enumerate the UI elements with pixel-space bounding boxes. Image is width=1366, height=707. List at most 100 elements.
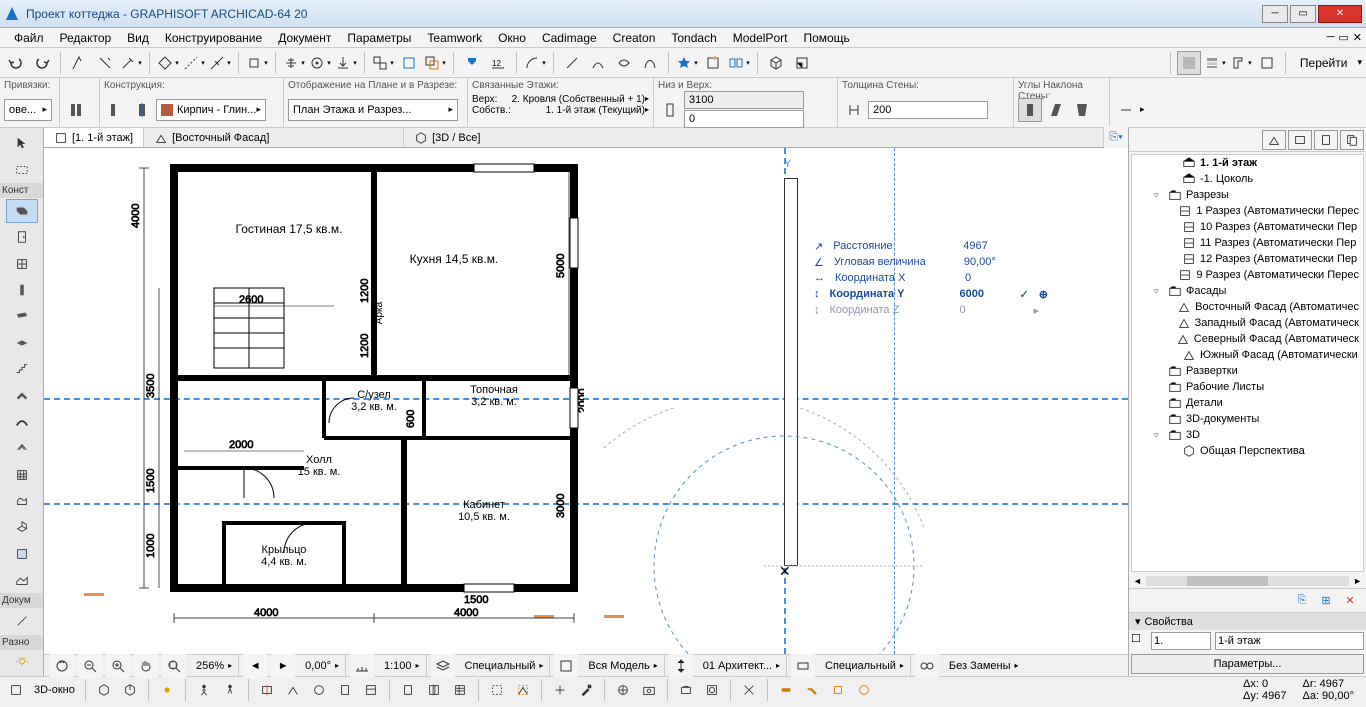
tree-node[interactable]: Восточный Фасад (Автоматичес <box>1132 299 1363 315</box>
tree-node[interactable]: 9 Разрез (Автоматически Перес <box>1132 267 1363 283</box>
wall-icon-button[interactable] <box>64 98 88 122</box>
thickness-input[interactable] <box>868 101 988 119</box>
slab-tool[interactable] <box>6 331 38 355</box>
arc1-button[interactable] <box>586 51 610 75</box>
building-material-button[interactable] <box>1177 51 1201 75</box>
menu-help[interactable]: Помощь <box>795 31 857 45</box>
snap-button[interactable] <box>245 51 269 75</box>
nav-tab-publisher[interactable] <box>1340 130 1364 150</box>
goto-link[interactable]: Перейти <box>1292 56 1356 70</box>
zoom-out-button[interactable] <box>78 654 102 678</box>
status-explore-button[interactable] <box>218 680 242 700</box>
skylight-tool[interactable] <box>6 436 38 460</box>
quick-special1[interactable]: Специальный <box>465 660 536 672</box>
mesh-tool[interactable] <box>6 568 38 592</box>
organizer-button[interactable] <box>727 51 751 75</box>
status-mep4-button[interactable] <box>852 680 876 700</box>
status-schedule-button[interactable] <box>448 680 472 700</box>
tree-node[interactable]: Развертки <box>1132 363 1363 379</box>
status-cube1-button[interactable] <box>92 680 116 700</box>
nav-tab-layout[interactable] <box>1314 130 1338 150</box>
profile-button[interactable] <box>1229 51 1253 75</box>
menu-edit[interactable]: Редактор <box>52 31 120 45</box>
favorite-button[interactable] <box>675 51 699 75</box>
floor-plan-button[interactable] <box>790 51 814 75</box>
tree-node[interactable]: 11 Разрез (Автоматически Пер <box>1132 235 1363 251</box>
maximize-button[interactable]: ▭ <box>1290 5 1316 23</box>
zoom-level[interactable]: 256% <box>196 660 224 672</box>
tree-node[interactable]: 3D-документы <box>1132 411 1363 427</box>
prev-zoom-button[interactable]: ◄ <box>243 654 267 678</box>
doc-minimize-button[interactable]: ─ <box>1327 31 1335 44</box>
roof-tool[interactable] <box>6 383 38 407</box>
props-id[interactable]: 1. <box>1151 632 1211 650</box>
top-height-input[interactable] <box>684 91 804 109</box>
status-photo-button[interactable] <box>700 680 724 700</box>
fit-button[interactable] <box>162 654 186 678</box>
zone-tool[interactable] <box>6 542 38 566</box>
status-book-button[interactable] <box>422 680 446 700</box>
arc-button[interactable] <box>523 51 547 75</box>
wall-ref-button[interactable] <box>130 98 154 122</box>
tree-node[interactable]: 1. 1-й этаж <box>1132 155 1363 171</box>
line1-button[interactable] <box>560 51 584 75</box>
grid-snap-button[interactable] <box>282 51 306 75</box>
tree-node[interactable]: -1. Цоколь <box>1132 171 1363 187</box>
menu-cadimage[interactable]: Cadimage <box>534 31 605 45</box>
tree-node[interactable]: Южный Фасад (Автоматически <box>1132 347 1363 363</box>
beam-tool[interactable] <box>6 304 38 328</box>
menu-modelport[interactable]: ModelPort <box>725 31 796 45</box>
nav-tab-project[interactable] <box>1262 130 1286 150</box>
goto-chevron-icon[interactable]: ▾ <box>1357 57 1362 68</box>
drawing-canvas[interactable]: Y ✕ ↗Расстояние4967 ∠Угловая величина90,… <box>44 148 1128 654</box>
column-tool[interactable] <box>6 278 38 302</box>
pan-button[interactable] <box>134 654 158 678</box>
curtain-wall-tool[interactable] <box>6 462 38 486</box>
status-cube2-button[interactable] <box>118 680 142 700</box>
status-mep1-button[interactable] <box>774 680 798 700</box>
top-link-value[interactable]: 2. Кровля (Собственный + 1) <box>512 94 645 105</box>
tree-node[interactable]: ▿Фасады <box>1132 283 1363 299</box>
tab-overflow-button[interactable]: ⎘▾ <box>1104 126 1128 150</box>
tree-node[interactable]: Детали <box>1132 395 1363 411</box>
tab-3d[interactable]: [3D / Все] <box>404 128 1104 147</box>
pick-button[interactable] <box>67 51 91 75</box>
nav-delete-button[interactable]: ✕ <box>1340 591 1360 609</box>
status-3d-label[interactable]: 3D-окно <box>30 684 79 696</box>
tab-elevation[interactable]: [Восточный Фасад] <box>144 128 404 147</box>
tab-floor-plan[interactable]: [1. 1-й этаж] <box>44 128 144 147</box>
tree-node[interactable]: ▿3D <box>1132 427 1363 443</box>
stair-tool[interactable] <box>6 357 38 381</box>
doc-close-button[interactable]: ✕ <box>1353 31 1362 44</box>
composite-button[interactable] <box>1203 51 1227 75</box>
status-3ddoc-button[interactable] <box>359 680 383 700</box>
gravity-button[interactable] <box>334 51 358 75</box>
own-story-value[interactable]: 1. 1-й этаж (Текущий) <box>546 105 645 116</box>
status-plan-button[interactable] <box>4 680 28 700</box>
show-hide-button[interactable] <box>460 51 484 75</box>
status-mep3-button[interactable] <box>826 680 850 700</box>
quick-model[interactable]: Вся Модель <box>588 660 649 672</box>
morph-tool[interactable] <box>6 489 38 513</box>
menu-tondach[interactable]: Tondach <box>663 31 724 45</box>
arrow-tool[interactable] <box>6 131 38 155</box>
tree-node[interactable]: 10 Разрез (Автоматически Пер <box>1132 219 1363 235</box>
material-dropdown[interactable]: Кирпич - Глин... <box>156 99 266 121</box>
quick-layerset[interactable]: 01 Архитект... <box>703 660 772 672</box>
minimize-button[interactable]: ─ <box>1262 5 1288 23</box>
zoom-in-button[interactable] <box>106 654 130 678</box>
bottom-height-input[interactable] <box>684 110 804 128</box>
status-trace-button[interactable] <box>485 680 509 700</box>
menu-creaton[interactable]: Creaton <box>605 31 664 45</box>
undo-button[interactable] <box>4 51 28 75</box>
element-snap-button[interactable] <box>308 51 332 75</box>
shell-tool[interactable] <box>6 410 38 434</box>
status-detail-button[interactable] <box>307 680 331 700</box>
arc2-button[interactable] <box>612 51 636 75</box>
guideline-button[interactable] <box>182 51 206 75</box>
3d-window-button[interactable] <box>764 51 788 75</box>
snap-guide-button[interactable] <box>208 51 232 75</box>
display-dropdown[interactable]: План Этажа и Разрез... <box>288 99 458 121</box>
measure-button[interactable]: 12 <box>486 51 510 75</box>
menu-window[interactable]: Окно <box>490 31 534 45</box>
